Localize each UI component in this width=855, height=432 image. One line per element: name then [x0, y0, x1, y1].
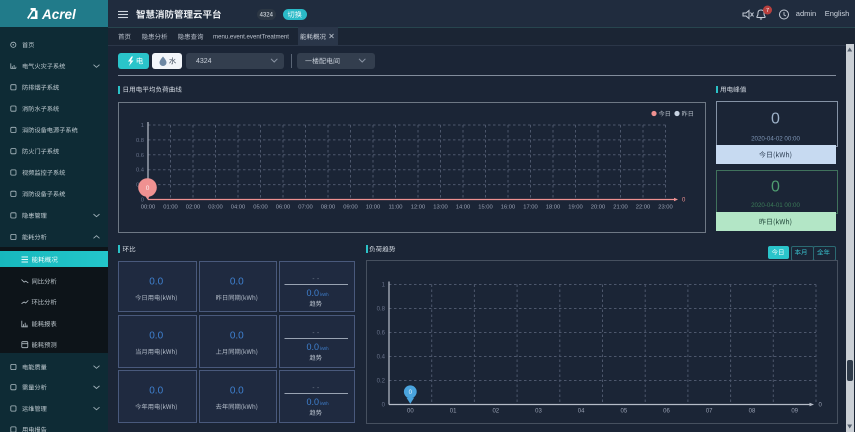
svg-text:23:00: 23:00 [658, 205, 673, 211]
svg-text:10:00: 10:00 [366, 205, 381, 211]
svg-text:admin: admin [796, 9, 816, 18]
svg-text:20:00: 20:00 [591, 205, 606, 211]
svg-text:11:00: 11:00 [388, 205, 402, 211]
svg-text:kWh: kWh [320, 292, 329, 297]
svg-text:0: 0 [819, 403, 823, 409]
svg-text:0.0: 0.0 [230, 386, 244, 397]
svg-text:0.0: 0.0 [149, 331, 163, 342]
svg-text:0: 0 [141, 198, 144, 204]
svg-text:22:00: 22:00 [636, 205, 651, 211]
svg-text:17:00: 17:00 [523, 205, 538, 211]
svg-text:02:00: 02:00 [186, 205, 201, 211]
svg-text:18:00: 18:00 [546, 205, 561, 211]
svg-text:2020-04-02 00:00: 2020-04-02 00:00 [751, 136, 800, 143]
svg-text:-: - [317, 275, 319, 282]
svg-text:07:00: 07:00 [298, 205, 313, 211]
svg-text:0.8: 0.8 [136, 138, 144, 144]
svg-text:0.6: 0.6 [377, 331, 386, 337]
svg-text:4324: 4324 [260, 13, 274, 19]
svg-text:03: 03 [535, 409, 542, 415]
svg-text:-: - [312, 329, 314, 336]
svg-text:05:00: 05:00 [253, 205, 268, 211]
svg-text:4324: 4324 [196, 58, 212, 65]
svg-text:04: 04 [578, 409, 585, 415]
svg-text:07: 07 [706, 409, 713, 415]
svg-text:0.0: 0.0 [307, 397, 320, 407]
svg-text:1: 1 [141, 123, 144, 129]
svg-text:0.4: 0.4 [377, 355, 386, 361]
svg-text:15:00: 15:00 [478, 205, 493, 211]
svg-text:02: 02 [492, 409, 499, 415]
svg-text:0.0: 0.0 [307, 342, 320, 352]
svg-text:-: - [312, 384, 314, 391]
svg-text:0: 0 [682, 198, 686, 204]
svg-text:03:00: 03:00 [208, 205, 223, 211]
svg-text:06: 06 [663, 409, 670, 415]
svg-text:Acrel: Acrel [41, 7, 76, 22]
svg-text:08: 08 [749, 409, 756, 415]
svg-text:0.0: 0.0 [230, 277, 244, 288]
svg-text:kWh: kWh [320, 346, 329, 351]
svg-text:0.0: 0.0 [149, 277, 163, 288]
svg-text:2020-04-01 00:00: 2020-04-01 00:00 [751, 202, 800, 209]
svg-text:English: English [825, 9, 850, 18]
svg-text:01: 01 [450, 409, 457, 415]
svg-text:0.0: 0.0 [230, 331, 244, 342]
svg-text:-: - [312, 275, 314, 282]
svg-text:19:00: 19:00 [568, 205, 583, 211]
svg-text:00:00: 00:00 [141, 205, 156, 211]
svg-text:0.0: 0.0 [149, 386, 163, 397]
svg-text:0.4: 0.4 [136, 168, 145, 174]
svg-text:7: 7 [766, 8, 769, 14]
svg-text:00: 00 [407, 409, 414, 415]
svg-text:1: 1 [382, 283, 386, 289]
svg-text:13:00: 13:00 [433, 205, 448, 211]
svg-text:09: 09 [791, 409, 798, 415]
svg-text:-: - [317, 384, 319, 391]
svg-text:01:00: 01:00 [163, 205, 178, 211]
svg-text:0.2: 0.2 [377, 379, 386, 385]
svg-text:0.0: 0.0 [307, 288, 320, 298]
svg-text:14:00: 14:00 [456, 205, 471, 211]
svg-text:08:00: 08:00 [321, 205, 336, 211]
svg-text:0: 0 [771, 179, 780, 196]
svg-text:0: 0 [146, 185, 150, 192]
svg-text:04:00: 04:00 [231, 205, 246, 211]
svg-text:16:00: 16:00 [501, 205, 516, 211]
svg-text:0.6: 0.6 [136, 153, 144, 159]
svg-text:kWh: kWh [320, 401, 329, 406]
svg-text:menu.event.eventTreatment: menu.event.eventTreatment [213, 34, 289, 41]
svg-text:-: - [317, 329, 319, 336]
svg-text:09:00: 09:00 [343, 205, 358, 211]
svg-text:21:00: 21:00 [613, 205, 628, 211]
svg-text:0.8: 0.8 [377, 307, 386, 313]
svg-text:12:00: 12:00 [411, 205, 426, 211]
svg-text:0: 0 [771, 111, 780, 128]
svg-text:05: 05 [621, 409, 628, 415]
svg-text:0: 0 [382, 403, 386, 409]
svg-text:06:00: 06:00 [276, 205, 291, 211]
